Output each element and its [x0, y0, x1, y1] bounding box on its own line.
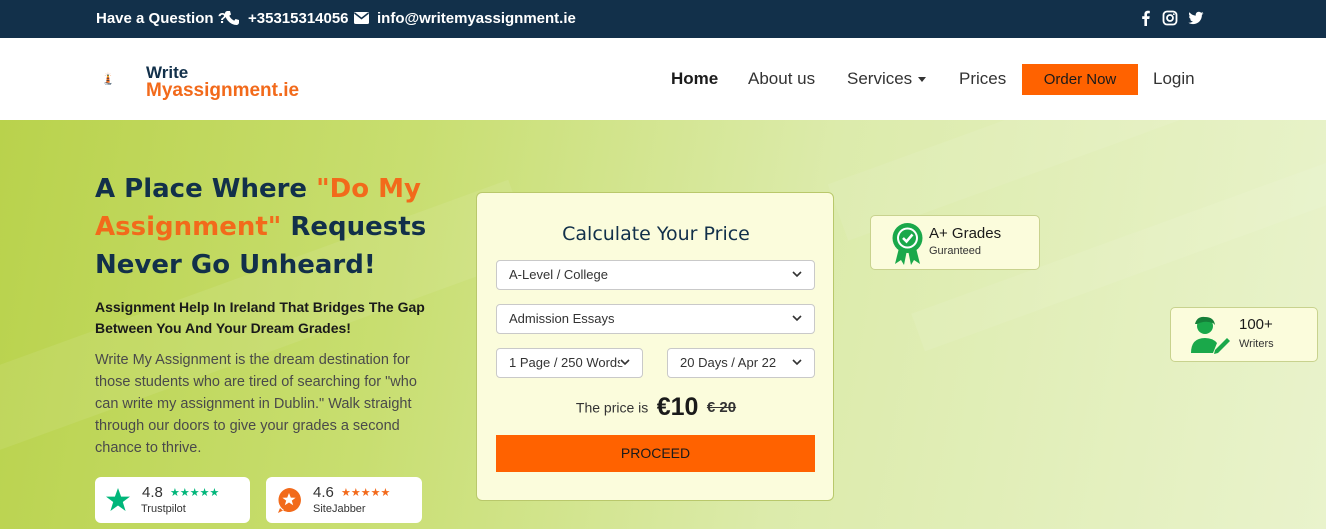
writers-count: 100+	[1239, 316, 1273, 333]
logo-text-domain[interactable]: Myassignment.ie	[146, 80, 299, 102]
nav-prices[interactable]: Prices	[959, 69, 1006, 89]
grades-badge: A+ Grades Guranteed	[870, 215, 1040, 270]
grades-title: A+ Grades	[929, 225, 1002, 242]
chevron-down-icon	[792, 315, 802, 322]
trustpilot-star-icon	[106, 488, 130, 511]
trustpilot-stars: ★★★★★	[170, 487, 220, 499]
pages-value: 1 Page / 250 Words	[509, 355, 624, 370]
mail-icon	[354, 12, 369, 24]
writers-badge: 100+ Writers	[1170, 307, 1318, 362]
nav-services[interactable]: Services	[847, 69, 927, 89]
price-calculator: Calculate Your Price A-Level / College A…	[476, 192, 834, 501]
calculator-title: Calculate Your Price	[562, 223, 750, 245]
hero-paragraph: Write My Assignment is the dream destina…	[95, 352, 417, 456]
email-address[interactable]: info@writemyassignment.ie	[377, 10, 576, 27]
top-bar: Have a Question ? +35315314056 info@writ…	[0, 0, 1326, 38]
grades-subtitle: Guranteed	[929, 245, 981, 257]
hero-section: A Place Where "Do My Assignment" Request…	[0, 120, 1326, 529]
price-current: €10	[656, 393, 699, 421]
site-header: Write Myassignment.ie Home About us Serv…	[0, 38, 1326, 120]
nav-about[interactable]: About us	[748, 69, 815, 89]
hero-heading: A Place Where "Do My Assignment" Request…	[95, 170, 435, 284]
instagram-icon[interactable]	[1162, 10, 1178, 26]
price-display: The price is €10 € 20	[477, 393, 835, 422]
phone-icon	[225, 11, 239, 25]
proceed-button[interactable]: PROCEED	[496, 435, 815, 472]
price-label: The price is	[575, 399, 649, 416]
award-ribbon-icon	[892, 223, 923, 265]
paper-type-value: Admission Essays	[509, 311, 615, 326]
caret-down-icon	[918, 77, 927, 83]
sitejabber-label: SiteJabber	[313, 503, 366, 515]
hero-subheading: Assignment Help In Ireland That Bridges …	[95, 299, 425, 336]
sitejabber-rating[interactable]: 4.6 ★★★★★ SiteJabber	[266, 477, 422, 523]
paper-type-select[interactable]: Admission Essays	[496, 304, 815, 334]
writers-label: Writers	[1239, 338, 1274, 350]
chevron-down-icon	[792, 271, 802, 278]
trustpilot-rating[interactable]: 4.8 ★★★★★ Trustpilot	[95, 477, 250, 523]
chevron-down-icon	[792, 359, 802, 366]
nav-login[interactable]: Login	[1153, 69, 1195, 89]
question-label: Have a Question ?	[96, 10, 227, 27]
hero-heading-part1: A Place Where	[95, 174, 317, 204]
deadline-select[interactable]: 20 Days / Apr 22	[667, 348, 815, 378]
trustpilot-label: Trustpilot	[141, 503, 186, 515]
facebook-icon[interactable]	[1138, 10, 1154, 26]
chevron-down-icon	[620, 359, 630, 366]
deadline-value: 20 Days / Apr 22	[680, 355, 777, 370]
sitejabber-stars: ★★★★★	[341, 487, 391, 499]
nav-home[interactable]: Home	[671, 69, 718, 89]
trustpilot-score: 4.8	[142, 484, 163, 501]
sitejabber-icon	[278, 488, 301, 513]
pages-select[interactable]: 1 Page / 250 Words	[496, 348, 643, 378]
academic-level-select[interactable]: A-Level / College	[496, 260, 815, 290]
nav-services-label: Services	[847, 69, 913, 88]
order-now-button[interactable]: Order Now	[1022, 64, 1138, 95]
academic-level-value: A-Level / College	[509, 267, 608, 282]
lighthouse-logo-icon[interactable]	[104, 48, 148, 110]
twitter-icon[interactable]	[1188, 10, 1204, 26]
sitejabber-score: 4.6	[313, 484, 334, 501]
phone-number[interactable]: +35315314056	[248, 10, 349, 27]
writer-person-icon	[1191, 316, 1230, 354]
price-original: € 20	[706, 399, 737, 416]
